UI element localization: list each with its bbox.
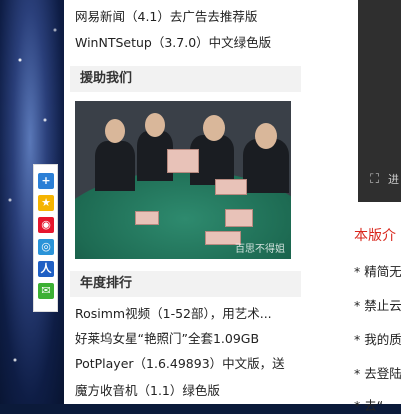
expand-icon[interactable]: ⛶: [370, 173, 384, 187]
renren-icon[interactable]: 人: [38, 261, 54, 277]
section-header-ranking: 年度排行: [70, 271, 301, 297]
list-item[interactable]: WinNTSetup（3.7.0）中文绿色版: [75, 32, 303, 54]
notice-title: 本版介: [354, 228, 396, 244]
wechat-icon[interactable]: ✉: [38, 283, 54, 299]
qzone-icon[interactable]: ★: [38, 195, 54, 211]
notice-item: * 去登陆: [354, 366, 401, 381]
list-item[interactable]: PotPlayer（1.6.49893）中文版，送: [75, 353, 303, 375]
notice-item: * 去“: [354, 398, 384, 413]
support-photo[interactable]: 百思不得姐: [75, 101, 291, 259]
dark-panel-label: 进: [388, 173, 399, 186]
share-bar: + ★ ◉ ◎ 人 ✉: [33, 164, 58, 312]
list-item[interactable]: 好莱坞女星“艳照门”全套1.09GB: [75, 328, 303, 350]
list-item[interactable]: 魔方收音机（1.1）绿色版: [75, 380, 303, 402]
plus-icon[interactable]: +: [38, 173, 54, 189]
notice-item: * 精简无: [354, 264, 401, 279]
notice-item: * 我的质: [354, 332, 401, 347]
right-column: ⛶ 进 本版介 * 精简无 * 禁止云 * 我的质 * 去登陆 * 去“: [310, 0, 401, 413]
photo-watermark: 百思不得姐: [235, 244, 285, 255]
tencent-weibo-icon[interactable]: ◎: [38, 239, 54, 255]
list-item[interactable]: 网易新闻（4.1）去广告去推荐版: [75, 6, 303, 28]
list-item[interactable]: Rosimm视频（1-52部），用艺术...: [75, 303, 303, 325]
section-header-support: 援助我们: [70, 66, 301, 92]
notice-item: * 禁止云: [354, 298, 401, 313]
dark-panel[interactable]: ⛶ 进: [358, 0, 401, 202]
weibo-icon[interactable]: ◉: [38, 217, 54, 233]
main-column: 网易新闻（4.1）去广告去推荐版 WinNTSetup（3.7.0）中文绿色版 …: [64, 0, 310, 404]
